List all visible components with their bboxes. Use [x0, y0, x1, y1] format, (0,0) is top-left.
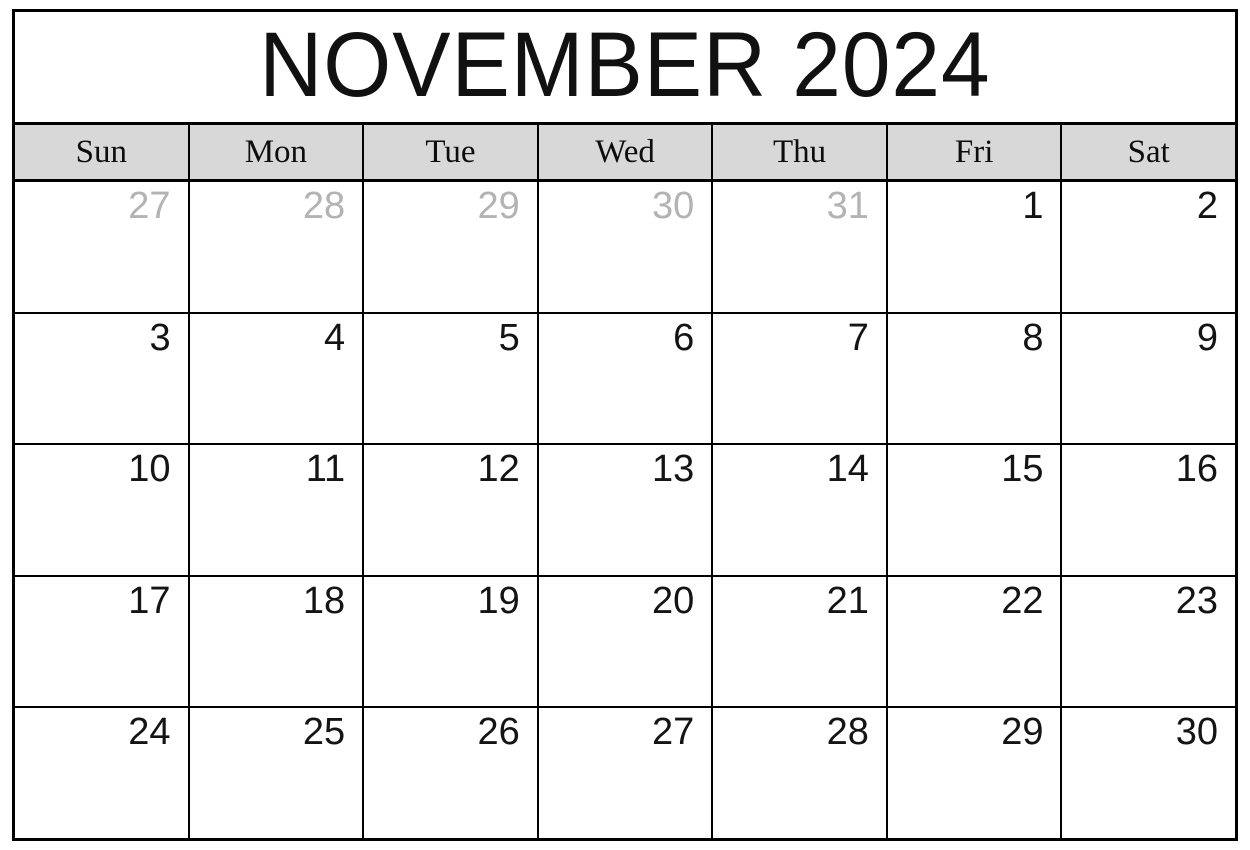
- weekday-header-row: Sun Mon Tue Wed Thu Fri Sat: [15, 125, 1236, 182]
- day-number: 15: [1001, 448, 1044, 491]
- day-number: 22: [1001, 579, 1044, 622]
- day-number: 17: [128, 579, 171, 622]
- day-number: 23: [1175, 579, 1219, 622]
- day-number: 12: [477, 448, 520, 491]
- day-number: 19: [477, 579, 520, 622]
- day-cell[interactable]: 28: [713, 708, 888, 838]
- weekday-header-fri: Fri: [887, 125, 1063, 179]
- day-number: 30: [1175, 711, 1219, 754]
- day-cell[interactable]: 29: [887, 708, 1063, 838]
- day-cell[interactable]: 30: [538, 182, 714, 312]
- day-number: 16: [1175, 448, 1219, 491]
- weekday-header-sun: Sun: [15, 125, 190, 179]
- day-number: 26: [477, 711, 520, 754]
- weekday-label: Thu: [773, 133, 827, 170]
- day-cell[interactable]: 19: [364, 576, 539, 707]
- day-number: 25: [302, 711, 346, 754]
- day-number: 4: [324, 316, 346, 359]
- day-cell[interactable]: 28: [189, 182, 365, 312]
- day-number: 13: [652, 448, 695, 491]
- day-number: 10: [128, 448, 171, 491]
- weekday-label: Wed: [595, 133, 655, 170]
- day-cell[interactable]: 4: [189, 313, 365, 444]
- weekday-header-tue: Tue: [364, 125, 539, 179]
- day-number: 20: [652, 579, 695, 622]
- day-number: 24: [128, 711, 171, 754]
- calendar-weeks-grid: 27 28 29 30 31 1 2 3 4 5 6 7 8 9 10 11 12 13 14 15 16 17 18 19 2…: [15, 182, 1236, 838]
- day-cell[interactable]: 23: [1062, 576, 1236, 707]
- calendar-week-row: 24 25 26 27 28 29 30: [15, 708, 1236, 838]
- day-number: 2: [1196, 185, 1219, 227]
- day-cell[interactable]: 17: [15, 576, 190, 707]
- day-number: 5: [498, 316, 520, 359]
- day-number: 11: [305, 448, 346, 491]
- day-cell[interactable]: 14: [713, 445, 888, 575]
- day-number: 9: [1196, 316, 1219, 359]
- day-cell[interactable]: 25: [189, 708, 365, 838]
- weekday-label: Tue: [425, 133, 476, 170]
- day-cell[interactable]: 15: [887, 445, 1063, 575]
- calendar-week-row: 17 18 19 20 21 22 23: [15, 576, 1236, 709]
- calendar-page: NOVEMBER 2024 Sun Mon Tue Wed Thu Fri Sat 27 28…: [0, 0, 1250, 850]
- weekday-label: Sun: [75, 133, 127, 170]
- day-number: 1: [1022, 185, 1044, 227]
- day-cell[interactable]: 24: [15, 708, 190, 838]
- day-number: 29: [1001, 711, 1044, 754]
- day-number: 21: [826, 579, 869, 622]
- day-number: 8: [1022, 316, 1044, 359]
- calendar-week-row: 3 4 5 6 7 8 9: [15, 313, 1236, 446]
- calendar-title: NOVEMBER 2024: [259, 14, 991, 116]
- day-cell[interactable]: 21: [713, 576, 888, 707]
- day-cell[interactable]: 16: [1062, 445, 1236, 575]
- day-number: 29: [477, 185, 520, 227]
- day-cell[interactable]: 7: [713, 313, 888, 444]
- day-cell[interactable]: 11: [189, 445, 365, 575]
- weekday-header-sat: Sat: [1062, 125, 1236, 179]
- day-cell[interactable]: 10: [15, 445, 190, 575]
- day-cell[interactable]: 18: [189, 576, 365, 707]
- day-number: 6: [673, 316, 695, 359]
- day-number: 27: [128, 185, 171, 227]
- day-number: 30: [652, 185, 695, 227]
- day-cell[interactable]: 26: [364, 708, 539, 838]
- day-number: 7: [847, 316, 869, 359]
- day-cell[interactable]: 12: [364, 445, 539, 575]
- day-cell[interactable]: 2: [1062, 182, 1236, 312]
- day-cell[interactable]: 6: [538, 313, 714, 444]
- day-cell[interactable]: 8: [887, 313, 1063, 444]
- calendar-title-bar: NOVEMBER 2024: [15, 12, 1235, 125]
- weekday-label: Fri: [954, 133, 994, 170]
- day-cell[interactable]: 27: [15, 182, 190, 312]
- day-cell[interactable]: 13: [538, 445, 714, 575]
- day-number: 14: [826, 448, 869, 491]
- day-number: 28: [826, 711, 869, 754]
- calendar-week-row: 10 11 12 13 14 15 16: [15, 445, 1236, 577]
- weekday-label: Mon: [244, 133, 308, 170]
- calendar-frame: NOVEMBER 2024 Sun Mon Tue Wed Thu Fri Sat 27 28…: [12, 9, 1238, 841]
- day-number: 28: [302, 185, 346, 227]
- day-cell[interactable]: 31: [713, 182, 888, 312]
- day-number: 27: [652, 711, 695, 754]
- day-number: 18: [302, 579, 346, 622]
- day-number: 31: [826, 185, 869, 227]
- day-cell[interactable]: 9: [1062, 313, 1236, 444]
- day-cell[interactable]: 27: [538, 708, 714, 838]
- day-cell[interactable]: 30: [1062, 708, 1236, 838]
- weekday-header-thu: Thu: [713, 125, 888, 179]
- day-cell[interactable]: 3: [15, 313, 190, 444]
- weekday-label: Sat: [1127, 133, 1170, 170]
- weekday-header-mon: Mon: [189, 125, 365, 179]
- day-cell[interactable]: 22: [887, 576, 1063, 707]
- day-cell[interactable]: 20: [538, 576, 714, 707]
- day-cell[interactable]: 5: [364, 313, 539, 444]
- day-cell[interactable]: 1: [887, 182, 1063, 312]
- calendar-week-row: 27 28 29 30 31 1 2: [15, 182, 1236, 314]
- weekday-header-wed: Wed: [538, 125, 714, 179]
- day-cell[interactable]: 29: [364, 182, 539, 312]
- day-number: 3: [149, 316, 171, 359]
